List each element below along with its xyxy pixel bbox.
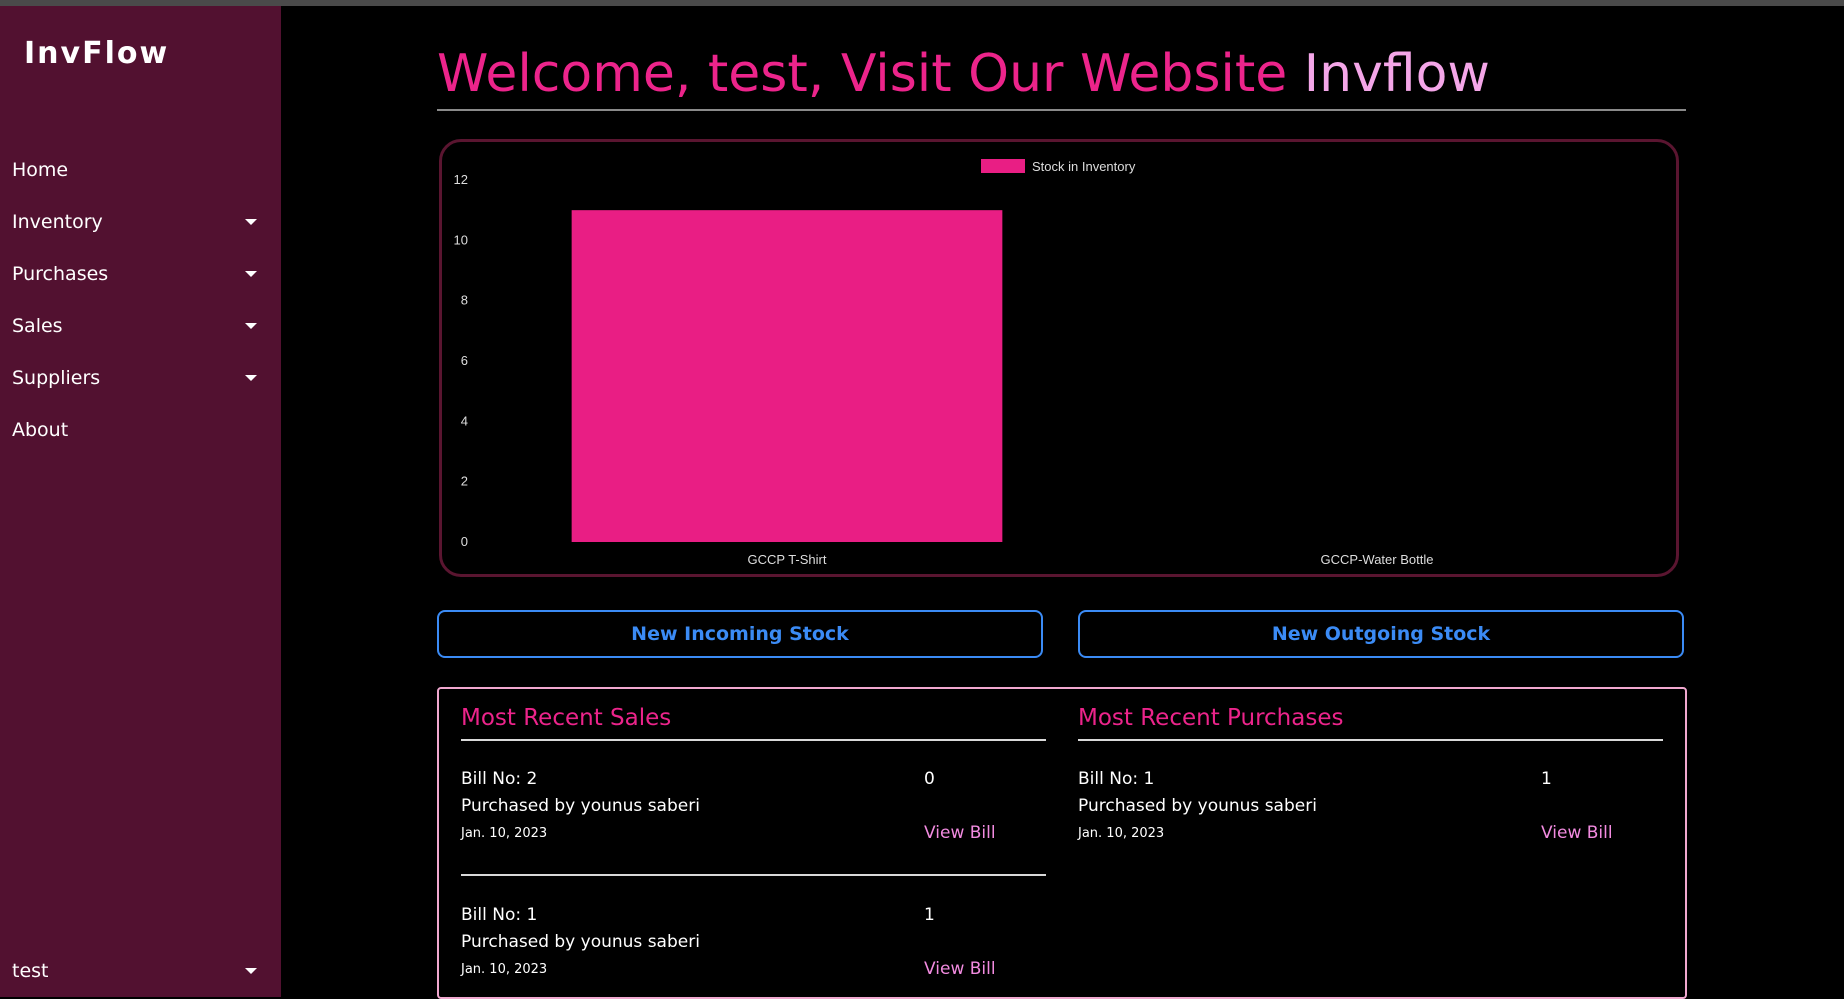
sidebar-item-inventory[interactable]: Inventory [0, 196, 281, 248]
user-name: test [12, 960, 49, 982]
legend-swatch [981, 159, 1025, 173]
sidebar-item-label: Purchases [12, 263, 109, 285]
caret-down-icon [245, 271, 257, 277]
recent-activity-panel: Most Recent Sales Bill No: 2 Purchased b… [437, 687, 1687, 999]
y-tick-label: 2 [461, 474, 468, 489]
sidebar-item-label: Inventory [12, 211, 103, 233]
website-link[interactable]: Invflow [1304, 44, 1490, 104]
y-tick-label: 4 [461, 413, 468, 428]
bill-date: Jan. 10, 2023 [1078, 826, 1165, 841]
purchaser: Purchased by younus saberi [461, 796, 700, 816]
sidebar: InvFlow Home Inventory Purchases Sales S… [0, 6, 281, 997]
sidebar-item-about[interactable]: About [0, 404, 281, 456]
sidebar-item-suppliers[interactable]: Suppliers [0, 352, 281, 404]
bill-date: Jan. 10, 2023 [461, 826, 548, 841]
sidebar-nav: Home Inventory Purchases Sales Suppliers… [0, 144, 281, 456]
title-divider [437, 109, 1686, 111]
sidebar-item-label: About [12, 419, 69, 441]
y-tick-label: 6 [461, 353, 468, 368]
page-title: Welcome, test, Visit Our Website Invflow [437, 44, 1490, 104]
divider [1078, 739, 1663, 741]
chart-canvas: Stock in Inventory 0 2 4 6 8 10 12 GCCP T-Shirt G… [454, 159, 1434, 567]
legend-label: Stock in Inventory [1032, 159, 1136, 174]
bill-number: Bill No: 1 [1078, 769, 1155, 789]
x-tick-label: GCCP T-Shirt [748, 552, 827, 567]
y-tick-label: 0 [461, 534, 468, 549]
sidebar-item-label: Suppliers [12, 367, 101, 389]
x-tick-label: GCCP-Water Bottle [1321, 552, 1434, 567]
recent-purchases-title: Most Recent Purchases [1078, 705, 1344, 731]
app-logo[interactable]: InvFlow [24, 36, 169, 71]
sidebar-item-sales[interactable]: Sales [0, 300, 281, 352]
caret-down-icon [245, 219, 257, 225]
view-bill-link[interactable]: View Bill [924, 959, 996, 979]
purchaser: Purchased by younus saberi [461, 932, 700, 952]
sidebar-item-label: Home [12, 159, 69, 181]
sidebar-item-home[interactable]: Home [0, 144, 281, 196]
bill-date: Jan. 10, 2023 [461, 962, 548, 977]
bill-number: Bill No: 2 [461, 769, 538, 789]
user-menu[interactable]: test [0, 945, 281, 997]
divider [461, 739, 1046, 741]
bill-amount: 1 [1541, 769, 1552, 789]
stock-chart: Stock in Inventory 0 2 4 6 8 10 12 GCCP T-Shirt G… [439, 139, 1679, 577]
sidebar-item-purchases[interactable]: Purchases [0, 248, 281, 300]
bill-number: Bill No: 1 [461, 905, 538, 925]
purchaser: Purchased by younus saberi [1078, 796, 1317, 816]
bill-amount: 0 [924, 769, 935, 789]
divider [461, 874, 1046, 876]
y-tick-label: 10 [454, 232, 468, 247]
caret-down-icon [245, 323, 257, 329]
list-item: Bill No: 1 Purchased by younus saberi Ja… [1078, 769, 1663, 859]
new-outgoing-stock-button[interactable]: New Outgoing Stock [1078, 610, 1684, 658]
welcome-text: Welcome, test, Visit Our Website [437, 44, 1304, 104]
y-tick-label: 12 [454, 172, 468, 187]
view-bill-link[interactable]: View Bill [1541, 823, 1613, 843]
bill-amount: 1 [924, 905, 935, 925]
view-bill-link[interactable]: View Bill [924, 823, 996, 843]
new-incoming-stock-button[interactable]: New Incoming Stock [437, 610, 1043, 658]
sidebar-item-label: Sales [12, 315, 63, 337]
caret-down-icon [245, 968, 257, 974]
list-item: Bill No: 2 Purchased by younus saberi Ja… [461, 769, 1046, 859]
recent-sales-title: Most Recent Sales [461, 705, 672, 731]
y-tick-label: 8 [461, 293, 468, 308]
bar [571, 210, 1003, 542]
caret-down-icon [245, 375, 257, 381]
list-item: Bill No: 1 Purchased by younus saberi Ja… [461, 905, 1046, 995]
